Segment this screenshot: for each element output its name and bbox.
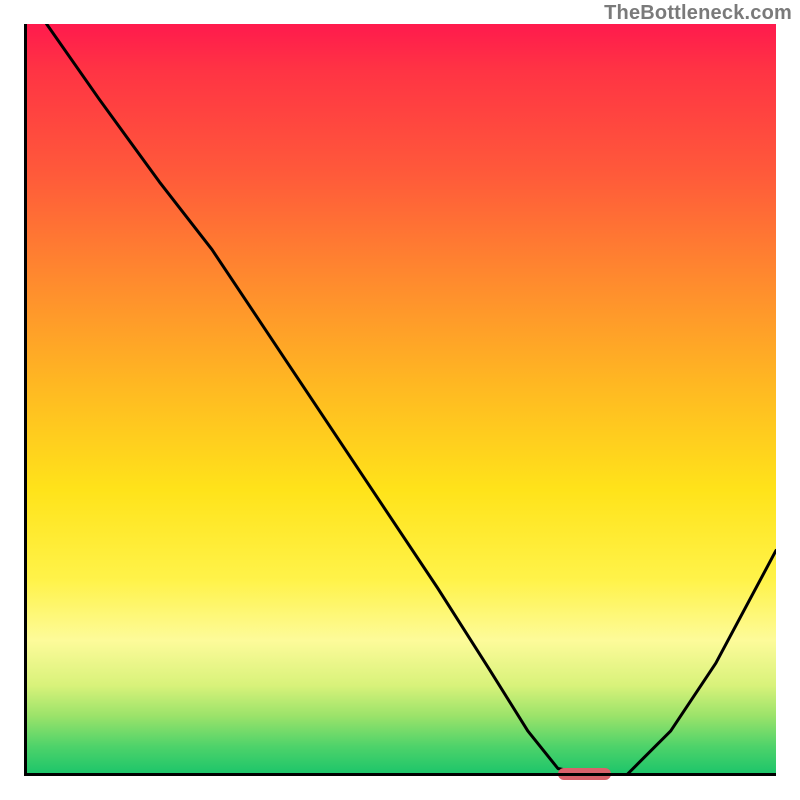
plot-area: [24, 24, 776, 776]
optimal-marker: [558, 768, 611, 780]
curve-svg: [24, 24, 776, 776]
chart-container: TheBottleneck.com: [0, 0, 800, 800]
bottleneck-curve-path: [47, 24, 776, 776]
watermark-text: TheBottleneck.com: [604, 2, 792, 25]
